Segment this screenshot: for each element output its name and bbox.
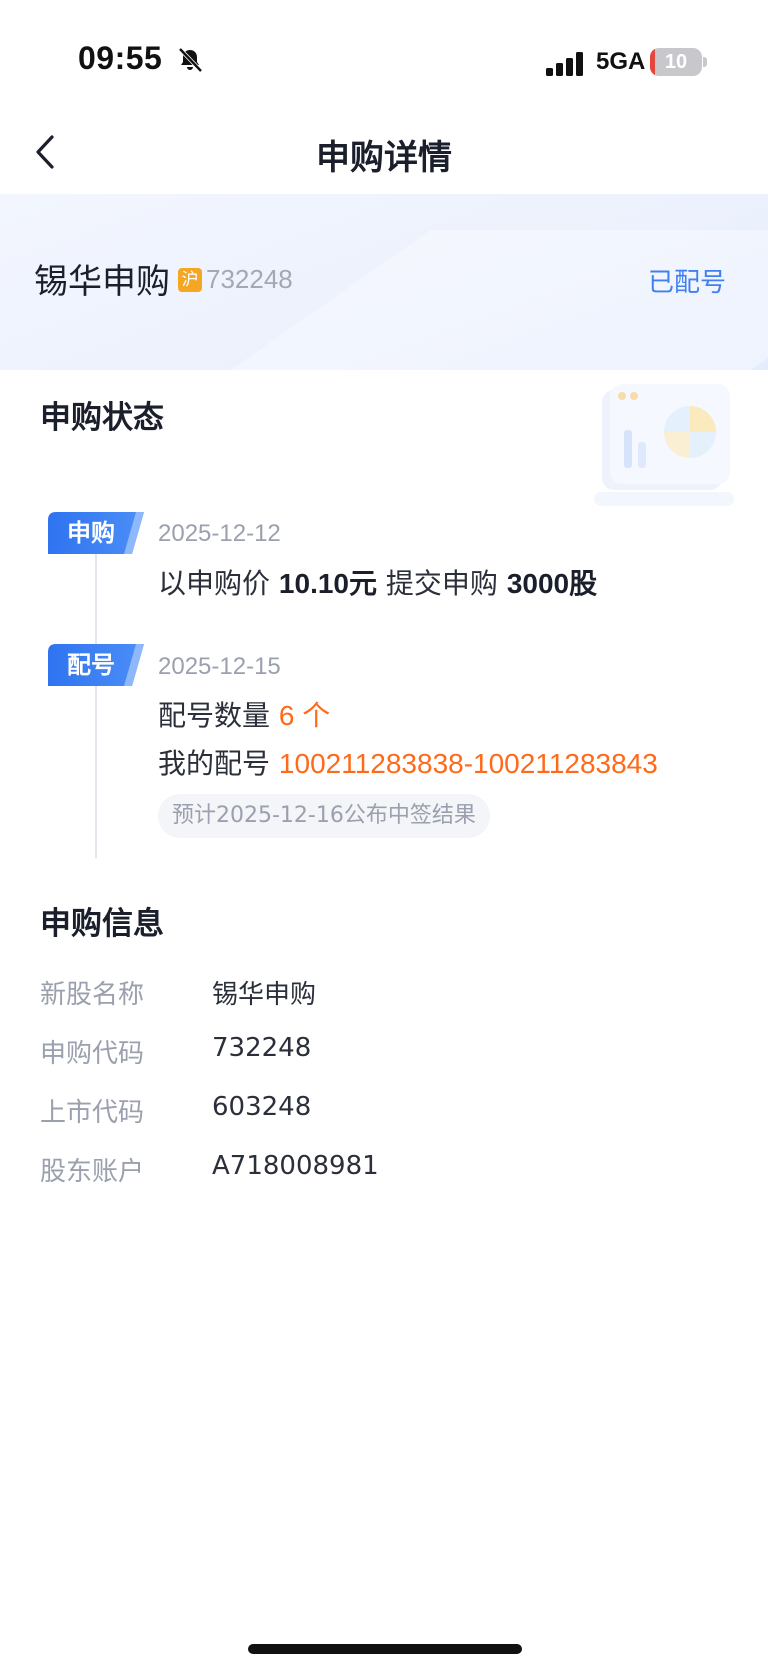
stock-name: 锡华申购	[34, 262, 170, 302]
status-bar: 09:55 5GA 10	[0, 0, 768, 120]
step-date: 2025-12-15	[158, 653, 281, 680]
allotment-numbers-line: 我的配号 100211283838-100211283843	[158, 742, 658, 782]
lottery-result-hint: 预计2025-12-16公布中签结果	[158, 794, 490, 838]
step-date: 2025-12-12	[158, 520, 281, 547]
status-time: 09:55	[78, 40, 163, 76]
info-value: 603248	[212, 1092, 312, 1122]
header-decoration	[145, 230, 768, 370]
battery-cap	[703, 57, 707, 67]
info-label: 申购代码	[40, 1039, 145, 1069]
subscribe-detail: 以申购价 10.10元 提交申购 3000股	[158, 562, 597, 602]
allotment-count-value: 6 个	[278, 700, 331, 731]
allotment-count-label: 配号数量	[158, 699, 271, 732]
bell-muted-icon	[178, 47, 203, 73]
signal-strength-icon	[546, 52, 583, 76]
info-label: 上市代码	[40, 1098, 145, 1128]
allotment-numbers-value: 100211283838-100211283843	[278, 748, 658, 779]
timeline-line	[95, 550, 97, 858]
subscribe-price: 10.10元	[278, 568, 377, 599]
step-tag-allotment: 配号	[48, 644, 144, 686]
subscribe-middle: 提交申购	[385, 567, 498, 600]
allotment-status-link[interactable]: 已配号	[648, 262, 726, 299]
info-label: 新股名称	[40, 980, 145, 1010]
battery-icon: 10	[650, 48, 702, 76]
allotment-numbers-label: 我的配号	[158, 747, 271, 780]
subscribe-prefix: 以申购价	[158, 567, 271, 600]
page-title: 申购详情	[316, 138, 452, 178]
info-label: 股东账户	[40, 1157, 145, 1187]
chart-illustration-icon	[594, 384, 734, 506]
step-tag-label: 申购	[67, 519, 115, 547]
network-type: 5GA	[596, 48, 646, 75]
stock-code: 732248	[206, 264, 293, 294]
stock-header: 锡华申购 沪 732248 已配号	[0, 194, 768, 370]
step-tag-label: 配号	[67, 651, 115, 679]
subscribe-quantity: 3000股	[506, 568, 598, 599]
nav-bar: 申购详情	[0, 110, 768, 194]
allotment-count-line: 配号数量 6 个	[158, 694, 330, 734]
battery-level: 10	[664, 51, 688, 73]
info-value: A718008981	[212, 1151, 379, 1181]
info-value: 732248	[212, 1033, 312, 1063]
step-tag-subscribe: 申购	[48, 512, 144, 554]
info-value: 锡华申购	[212, 980, 317, 1010]
status-section-title: 申购状态	[40, 400, 164, 436]
exchange-badge: 沪	[178, 268, 202, 292]
home-indicator[interactable]	[248, 1644, 522, 1654]
info-section-title: 申购信息	[40, 906, 164, 942]
